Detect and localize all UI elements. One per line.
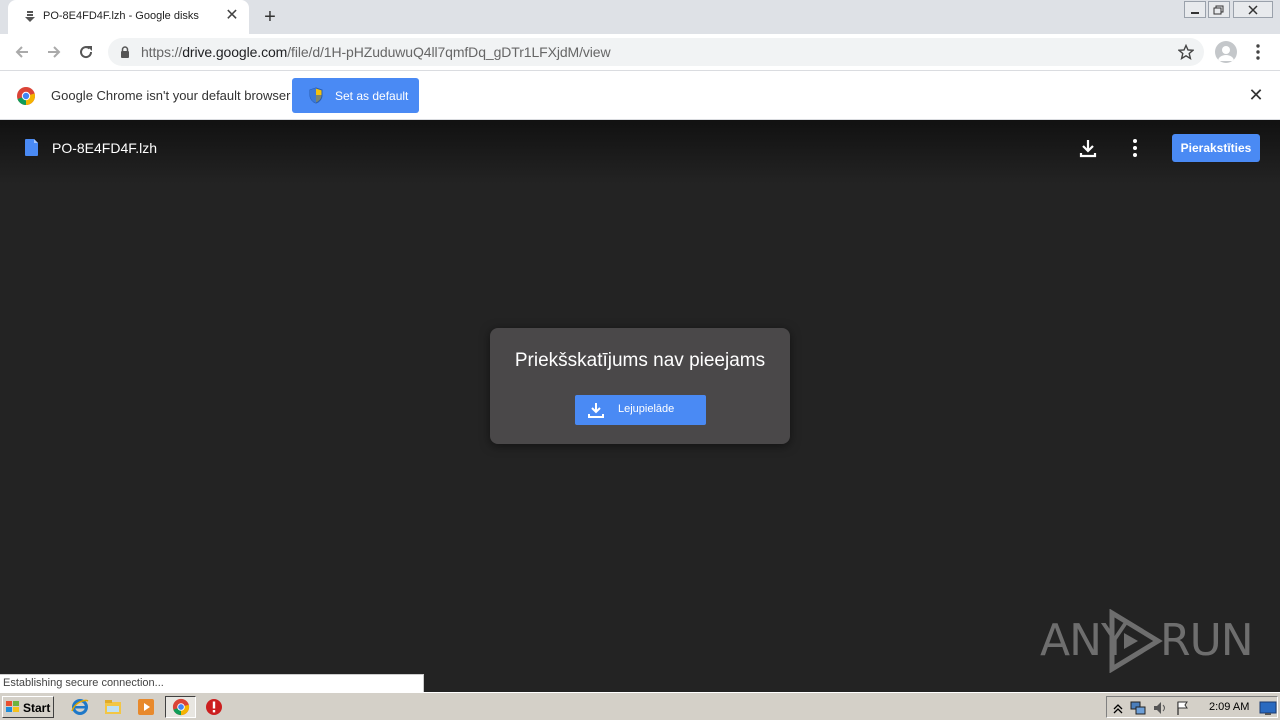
download-favicon-icon xyxy=(25,11,35,22)
url-text: https://drive.google.com/file/d/1H-pHZud… xyxy=(141,44,611,60)
drive-viewer: PO-8E4FD4F.lzh Pierakstīties Priekšskatī… xyxy=(0,120,1280,692)
address-bar[interactable]: https://drive.google.com/file/d/1H-pHZud… xyxy=(108,38,1204,66)
download-icon[interactable] xyxy=(1077,137,1099,159)
browser-tab[interactable]: PO-8E4FD4F.lzh - Google disks ✕ xyxy=(8,0,249,34)
watermark-right: RUN xyxy=(1160,615,1254,666)
file-icon xyxy=(25,139,38,156)
volume-icon[interactable] xyxy=(1152,700,1168,716)
default-browser-infobar: Google Chrome isn't your default browser… xyxy=(0,71,1280,120)
profile-avatar-icon[interactable] xyxy=(1215,41,1237,63)
internet-explorer-icon[interactable] xyxy=(71,698,89,716)
infobar-close-icon[interactable]: ✕ xyxy=(1248,86,1264,104)
clock[interactable]: 2:09 AM xyxy=(1209,701,1249,713)
download-label: Lejupielāde xyxy=(618,403,675,415)
media-player-icon[interactable] xyxy=(137,698,155,716)
url-host: drive.google.com xyxy=(182,44,288,60)
window-close-button[interactable] xyxy=(1233,1,1273,18)
set-as-default-label: Set as default xyxy=(335,89,409,103)
start-label: Start xyxy=(23,701,51,715)
infobar-message: Google Chrome isn't your default browser xyxy=(51,88,291,103)
reload-icon xyxy=(80,46,93,59)
back-arrow-icon xyxy=(15,46,28,58)
tab-strip: PO-8E4FD4F.lzh - Google disks ✕ + xyxy=(0,0,1280,34)
anyrun-watermark: ANY RUN xyxy=(1040,609,1254,673)
close-icon xyxy=(1248,4,1258,15)
download-button[interactable]: Lejupielāde xyxy=(575,395,706,425)
back-button[interactable] xyxy=(12,42,32,62)
chrome-menu-icon[interactable] xyxy=(1252,42,1264,62)
tab-title: PO-8E4FD4F.lzh - Google disks xyxy=(43,10,199,22)
minimize-button[interactable] xyxy=(1184,1,1206,18)
windows-taskbar: Start 2:09 AM xyxy=(0,692,1280,720)
tray-expand-icon[interactable] xyxy=(1110,700,1126,716)
windows-logo-icon xyxy=(6,701,19,712)
chrome-taskbar-icon xyxy=(172,698,190,716)
reload-button[interactable] xyxy=(76,42,96,62)
url-scheme: https:// xyxy=(141,44,183,60)
tab-close-icon[interactable]: ✕ xyxy=(224,8,240,24)
show-desktop-icon[interactable] xyxy=(1259,699,1277,717)
forward-button[interactable] xyxy=(44,42,64,62)
action-center-flag-icon[interactable] xyxy=(1175,700,1191,716)
lock-icon xyxy=(121,46,129,58)
restore-button[interactable] xyxy=(1208,1,1230,18)
stop-sign-icon[interactable] xyxy=(205,698,223,716)
bookmark-star-icon[interactable] xyxy=(1178,44,1194,60)
restore-icon xyxy=(1213,5,1224,14)
taskbar-chrome-button[interactable] xyxy=(165,696,196,718)
url-path: /file/d/1H-pHZuduwuQ4ll7qmfDq_gDTr1LFXjd… xyxy=(287,44,611,60)
dialog-title: Priekšskatījums nav pieejams xyxy=(514,350,766,371)
system-tray: 2:09 AM xyxy=(1106,696,1278,718)
minimize-icon xyxy=(1191,11,1199,14)
file-explorer-icon[interactable] xyxy=(104,698,122,716)
preview-unavailable-dialog: Priekšskatījums nav pieejams Lejupielāde xyxy=(490,328,790,444)
forward-arrow-icon xyxy=(48,46,61,58)
download-icon xyxy=(588,403,604,418)
viewer-header: PO-8E4FD4F.lzh Pierakstīties xyxy=(0,120,1280,184)
sign-in-button[interactable]: Pierakstīties xyxy=(1172,134,1260,162)
start-button[interactable]: Start xyxy=(2,696,54,718)
browser-toolbar: https://drive.google.com/file/d/1H-pHZud… xyxy=(0,34,1280,71)
chrome-logo-icon xyxy=(17,87,35,106)
network-icon[interactable] xyxy=(1130,700,1146,716)
status-bubble: Establishing secure connection... xyxy=(0,674,424,692)
play-logo-icon xyxy=(1109,609,1163,673)
new-tab-button[interactable]: + xyxy=(259,6,281,28)
more-options-icon[interactable] xyxy=(1128,137,1142,159)
uac-shield-icon xyxy=(309,87,323,104)
set-as-default-button[interactable]: Set as default xyxy=(292,78,419,113)
file-name: PO-8E4FD4F.lzh xyxy=(52,140,158,156)
